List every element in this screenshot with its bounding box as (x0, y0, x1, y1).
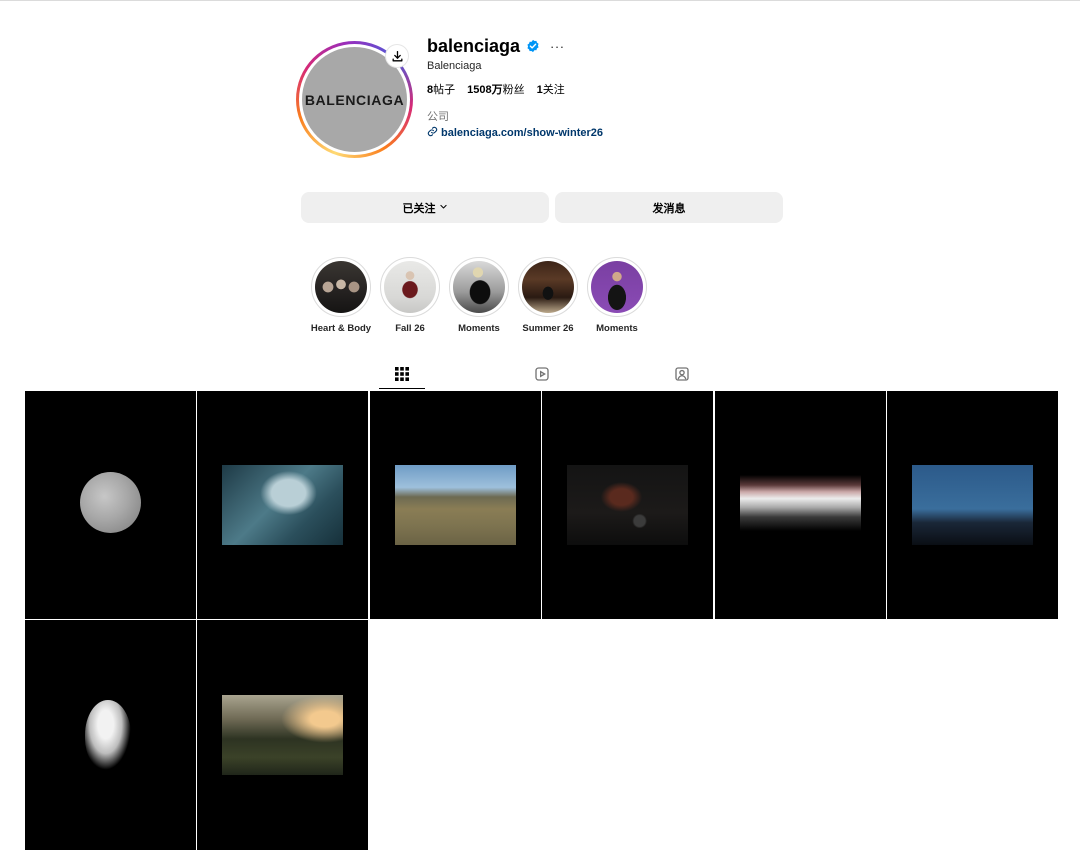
profile-link-text[interactable]: balenciaga.com/show-winter26 (441, 127, 603, 139)
highlight-label: Heart & Body (310, 323, 372, 334)
post-image-blue-figure (222, 465, 343, 545)
reels-icon (534, 366, 550, 387)
full-name: Balenciaga (427, 60, 482, 72)
highlight-cover-image (591, 261, 643, 313)
message-button-label: 发消息 (652, 202, 686, 215)
active-tab-indicator (379, 388, 425, 389)
tab-reels[interactable] (519, 362, 565, 390)
following-stat[interactable]: 1关注 (537, 81, 565, 97)
highlight-label: Moments (458, 323, 500, 334)
username: balenciaga (427, 35, 521, 56)
highlight-moments-1[interactable]: Moments (439, 257, 519, 334)
post-image-desert-road (395, 465, 516, 545)
following-label: 关注 (542, 84, 565, 96)
post-tile[interactable] (715, 391, 886, 619)
post-image-windmill-dusk (912, 465, 1033, 545)
highlight-fall-26[interactable]: Fall 26 (370, 257, 450, 334)
post-tile[interactable] (542, 391, 713, 619)
posts-stat: 8帖子 (427, 81, 455, 97)
post-tile[interactable] (197, 391, 368, 619)
post-image-white-bird (85, 700, 131, 770)
top-divider (0, 0, 1080, 1)
post-image-dark-interior (567, 465, 688, 545)
following-button[interactable]: 已关注 (301, 192, 549, 223)
highlight-label: Moments (596, 323, 638, 334)
post-image-car-motion-blur (740, 475, 861, 531)
link-icon (427, 126, 438, 140)
post-tile[interactable] (25, 391, 196, 619)
following-button-label: 已关注 (402, 202, 436, 215)
chevron-down-icon (439, 202, 448, 214)
profile-stats: 8帖子 1508万粉丝 1关注 (427, 81, 565, 97)
highlight-heart-body[interactable]: Heart & Body (301, 257, 381, 334)
highlight-cover-image (522, 261, 574, 313)
highlight-label: Summer 26 (522, 323, 574, 334)
highlight-cover-image (384, 261, 436, 313)
tagged-icon (674, 366, 690, 387)
more-options-icon[interactable]: ··· (550, 39, 565, 54)
download-icon[interactable] (386, 45, 408, 67)
highlight-cover-image (453, 261, 505, 313)
post-image-hills-sunset (222, 695, 343, 775)
followers-count: 1508万 (467, 84, 503, 96)
post-tile[interactable] (887, 391, 1058, 619)
post-tile[interactable] (370, 391, 541, 619)
followers-stat[interactable]: 1508万粉丝 (467, 81, 524, 97)
tab-tagged[interactable] (659, 362, 705, 390)
message-button[interactable]: 发消息 (555, 192, 783, 223)
highlight-moments-2[interactable]: Moments (577, 257, 657, 334)
profile-category: 公司 (427, 111, 449, 123)
posts-label: 帖子 (433, 84, 456, 96)
avatar-logo: BALENCIAGA (304, 91, 405, 108)
verified-badge-icon (526, 39, 540, 53)
username-row: balenciaga ··· (427, 34, 565, 58)
followers-label: 粉丝 (502, 84, 525, 96)
highlight-summer-26[interactable]: Summer 26 (508, 257, 588, 334)
post-tile[interactable] (197, 620, 368, 850)
tab-posts[interactable] (379, 362, 425, 390)
post-tile[interactable] (25, 620, 196, 850)
highlight-label: Fall 26 (395, 323, 425, 334)
post-image-moon (80, 472, 141, 533)
highlight-cover-image (315, 261, 367, 313)
profile-link[interactable]: balenciaga.com/show-winter26 (427, 126, 603, 140)
grid-icon (395, 366, 409, 386)
